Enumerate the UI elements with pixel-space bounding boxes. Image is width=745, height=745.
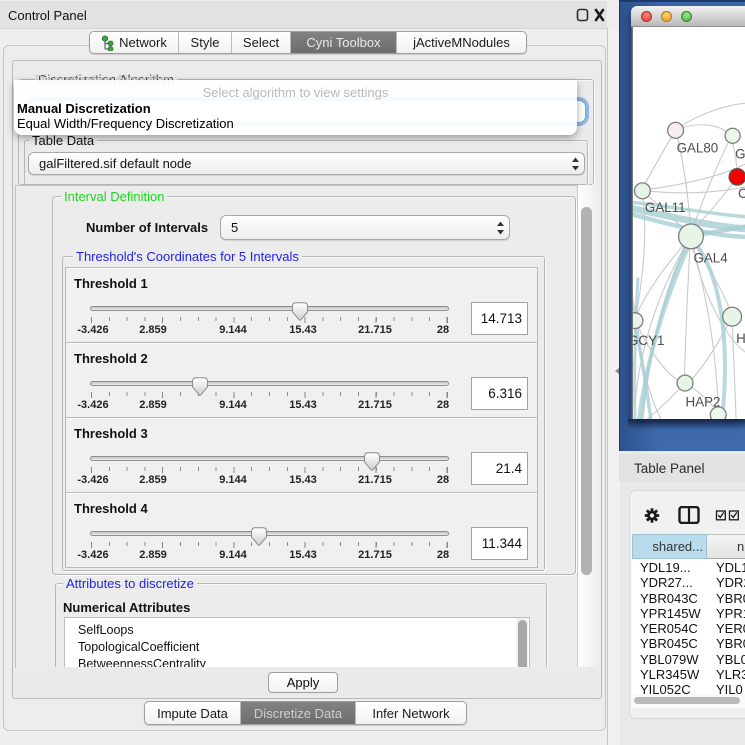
svg-text:C: C (738, 186, 745, 201)
svg-text:GAL80: GAL80 (677, 141, 719, 156)
svg-text:H: H (736, 331, 745, 346)
svg-text:G.: G. (735, 147, 745, 162)
svg-text:GCY1: GCY1 (632, 333, 664, 348)
svg-text:GAL4: GAL4 (693, 251, 728, 266)
svg-text:GAL11: GAL11 (645, 200, 686, 215)
svg-text:HAP2: HAP2 (686, 394, 721, 409)
